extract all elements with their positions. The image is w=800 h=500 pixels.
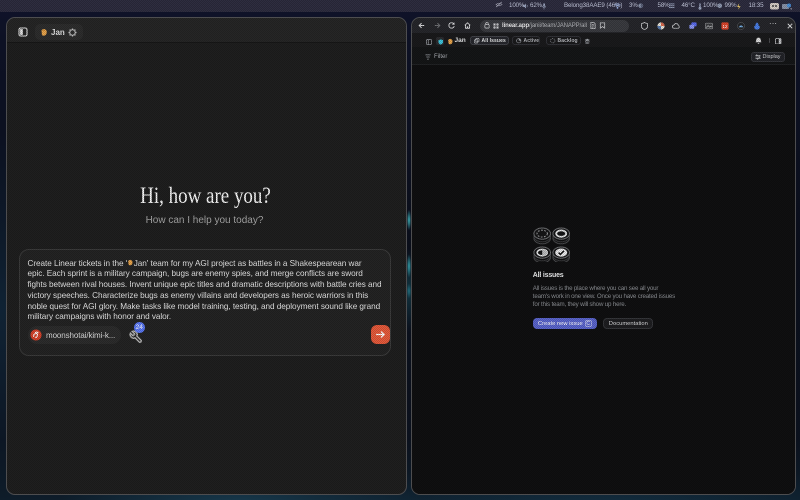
svg-text:12: 12: [722, 23, 727, 28]
